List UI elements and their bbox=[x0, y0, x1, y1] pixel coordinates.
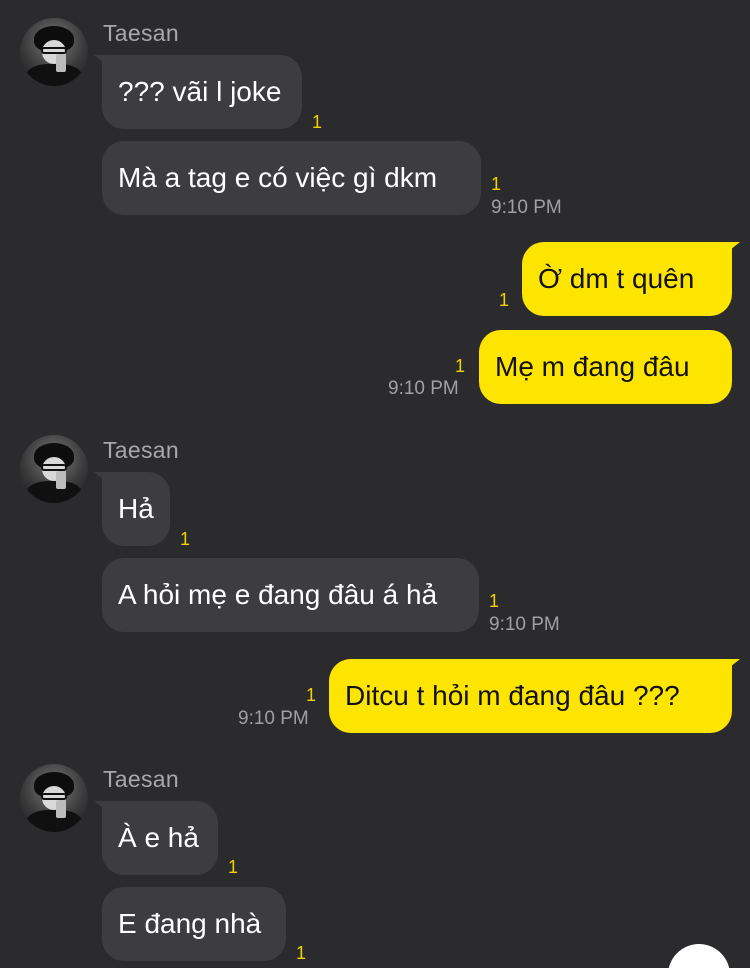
message-timestamp: 9:10 PM bbox=[489, 614, 560, 635]
unread-count: 1 bbox=[499, 290, 510, 310]
message-bubble-incoming[interactable]: Hả bbox=[102, 472, 170, 546]
unread-count: 1 bbox=[491, 174, 502, 194]
message-bubble-incoming[interactable]: ??? vãi l joke bbox=[102, 55, 302, 129]
message-bubble-incoming[interactable]: E đang nhà bbox=[102, 887, 286, 961]
message-timestamp: 9:10 PM bbox=[388, 378, 459, 399]
avatar-body bbox=[26, 810, 82, 832]
sender-name: Taesan bbox=[103, 766, 179, 792]
message-timestamp: 9:10 PM bbox=[238, 708, 309, 729]
message-bubble-incoming[interactable]: À e hả bbox=[102, 801, 218, 875]
avatar-body bbox=[26, 481, 82, 503]
message-bubble-outgoing[interactable]: Mẹ m đang đâu bbox=[479, 330, 732, 404]
unread-count: 1 bbox=[228, 857, 239, 877]
avatar[interactable] bbox=[20, 435, 88, 503]
avatar-phone bbox=[56, 471, 66, 489]
message-timestamp: 9:10 PM bbox=[491, 197, 562, 218]
scroll-to-bottom-button[interactable] bbox=[668, 944, 730, 968]
unread-count: 1 bbox=[296, 943, 307, 963]
unread-count: 1 bbox=[306, 685, 317, 705]
message-bubble-incoming[interactable]: A hỏi mẹ e đang đâu á hả bbox=[102, 558, 479, 632]
avatar-glasses bbox=[41, 464, 67, 471]
avatar-glasses bbox=[41, 793, 67, 800]
avatar-glasses bbox=[41, 47, 67, 54]
unread-count: 1 bbox=[455, 356, 466, 376]
sender-name: Taesan bbox=[103, 20, 179, 46]
avatar[interactable] bbox=[20, 764, 88, 832]
message-bubble-outgoing[interactable]: Ditcu t hỏi m đang đâu ??? bbox=[329, 659, 732, 733]
sender-name: Taesan bbox=[103, 437, 179, 463]
message-bubble-outgoing[interactable]: Ờ dm t quên bbox=[522, 242, 732, 316]
unread-count: 1 bbox=[312, 112, 323, 132]
avatar-phone bbox=[56, 54, 66, 72]
avatar-phone bbox=[56, 800, 66, 818]
message-bubble-incoming[interactable]: Mà a tag e có việc gì dkm bbox=[102, 141, 481, 215]
avatar-body bbox=[26, 64, 82, 86]
unread-count: 1 bbox=[489, 591, 500, 611]
avatar[interactable] bbox=[20, 18, 88, 86]
unread-count: 1 bbox=[180, 529, 191, 549]
